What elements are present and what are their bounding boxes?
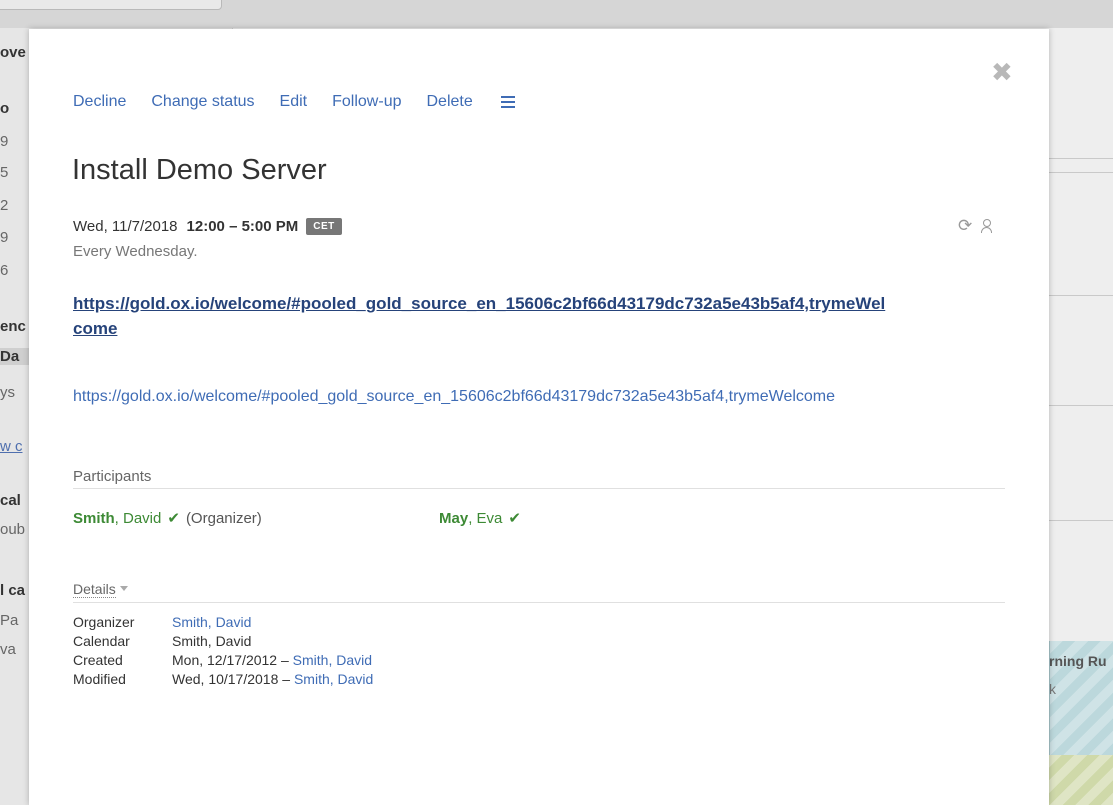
change-status-button[interactable]: Change status (151, 93, 254, 111)
decline-button[interactable]: Decline (73, 93, 126, 111)
participant-first-name[interactable]: , David (115, 510, 162, 527)
details-row-modified: Modified Wed, 10/17/2018 – Smith, David (73, 670, 373, 689)
background-text: ys (0, 384, 15, 401)
participant-last-name[interactable]: May (439, 510, 468, 527)
background-event-subtitle: k (1049, 681, 1056, 697)
details-key: Modified (73, 671, 126, 687)
details-key: Calendar (73, 633, 130, 649)
background-divider (1049, 172, 1113, 173)
background-text: ove (0, 44, 26, 61)
background-search-box (0, 0, 222, 10)
background-event-title: rning Ru (1049, 653, 1107, 669)
background-text: enc (0, 318, 26, 335)
accepted-check-icon: ✔ (167, 510, 180, 527)
background-text: va (0, 641, 16, 658)
participant-role: (Organizer) (185, 509, 262, 527)
background-link: w c (0, 438, 23, 455)
details-row-organizer: Organizer Smith, David (73, 613, 373, 632)
date-time-row: Wed, 11/7/2018 12:00 – 5:00 PM CET (73, 218, 342, 235)
background-text: oub (0, 521, 26, 538)
background-calendar-event (1049, 755, 1113, 805)
background-text: 9 (0, 133, 9, 150)
participants-divider (73, 488, 1005, 489)
background-text: o (0, 100, 10, 117)
background-divider (1049, 295, 1113, 296)
status-icons: ⟳ (958, 216, 993, 236)
private-person-icon (981, 219, 993, 233)
appointment-date: Wed, 11/7/2018 (73, 218, 178, 235)
background-divider (1049, 405, 1113, 406)
background-text: Pa (0, 612, 19, 629)
background-divider (1049, 158, 1113, 159)
calendar-value: Smith, David (172, 633, 252, 649)
chevron-down-icon[interactable] (120, 586, 128, 591)
modified-by-link[interactable]: Smith, David (294, 670, 373, 689)
details-toggle[interactable]: Details (73, 581, 116, 598)
recurrence-text: Every Wednesday. (73, 243, 198, 260)
appointment-title: Install Demo Server (72, 154, 327, 186)
appointment-time: 12:00 – 5:00 PM (186, 218, 299, 235)
recurrence-icon: ⟳ (958, 216, 973, 235)
details-row-created: Created Mon, 12/17/2012 – Smith, David (73, 651, 373, 670)
details-table: Organizer Smith, David Calendar Smith, D… (73, 613, 373, 689)
participant-item[interactable]: Smith , David ✔ (Organizer) (73, 509, 262, 528)
close-icon[interactable]: ✖ (991, 59, 1013, 85)
background-divider (1049, 520, 1113, 521)
edit-button[interactable]: Edit (280, 93, 308, 111)
action-toolbar: Decline Change status Edit Follow-up Del… (73, 93, 515, 111)
appointment-dialog: ✖ Decline Change status Edit Follow-up D… (29, 29, 1049, 805)
created-by-link[interactable]: Smith, David (293, 651, 372, 670)
accepted-check-icon: ✔ (508, 510, 521, 527)
modified-date: Wed, 10/17/2018 – (172, 671, 294, 687)
timezone-badge[interactable]: CET (306, 218, 342, 235)
background-text: 9 (0, 229, 9, 246)
hamburger-menu-icon[interactable] (500, 96, 515, 108)
details-key: Organizer (73, 614, 135, 630)
organizer-link[interactable]: Smith, David (172, 613, 251, 632)
background-text: Da (0, 348, 29, 365)
description-bold-link[interactable]: https://gold.ox.io/welcome/#pooled_gold_… (73, 291, 893, 341)
participants-heading: Participants (73, 468, 152, 485)
background-text: 5 (0, 164, 9, 181)
participant-first-name[interactable]: , Eva (468, 510, 502, 527)
background-text: cal (0, 492, 21, 509)
background-text: l ca (0, 582, 26, 599)
details-divider (73, 602, 1005, 603)
background-text: 6 (0, 262, 9, 279)
delete-button[interactable]: Delete (426, 93, 472, 111)
participant-last-name[interactable]: Smith (73, 510, 115, 527)
created-date: Mon, 12/17/2012 – (172, 652, 293, 668)
follow-up-button[interactable]: Follow-up (332, 93, 401, 111)
participant-item[interactable]: May , Eva ✔ (439, 509, 521, 528)
description-link[interactable]: https://gold.ox.io/welcome/#pooled_gold_… (73, 384, 853, 409)
details-row-calendar: Calendar Smith, David (73, 632, 373, 651)
details-key: Created (73, 652, 123, 668)
background-text: 2 (0, 197, 9, 214)
